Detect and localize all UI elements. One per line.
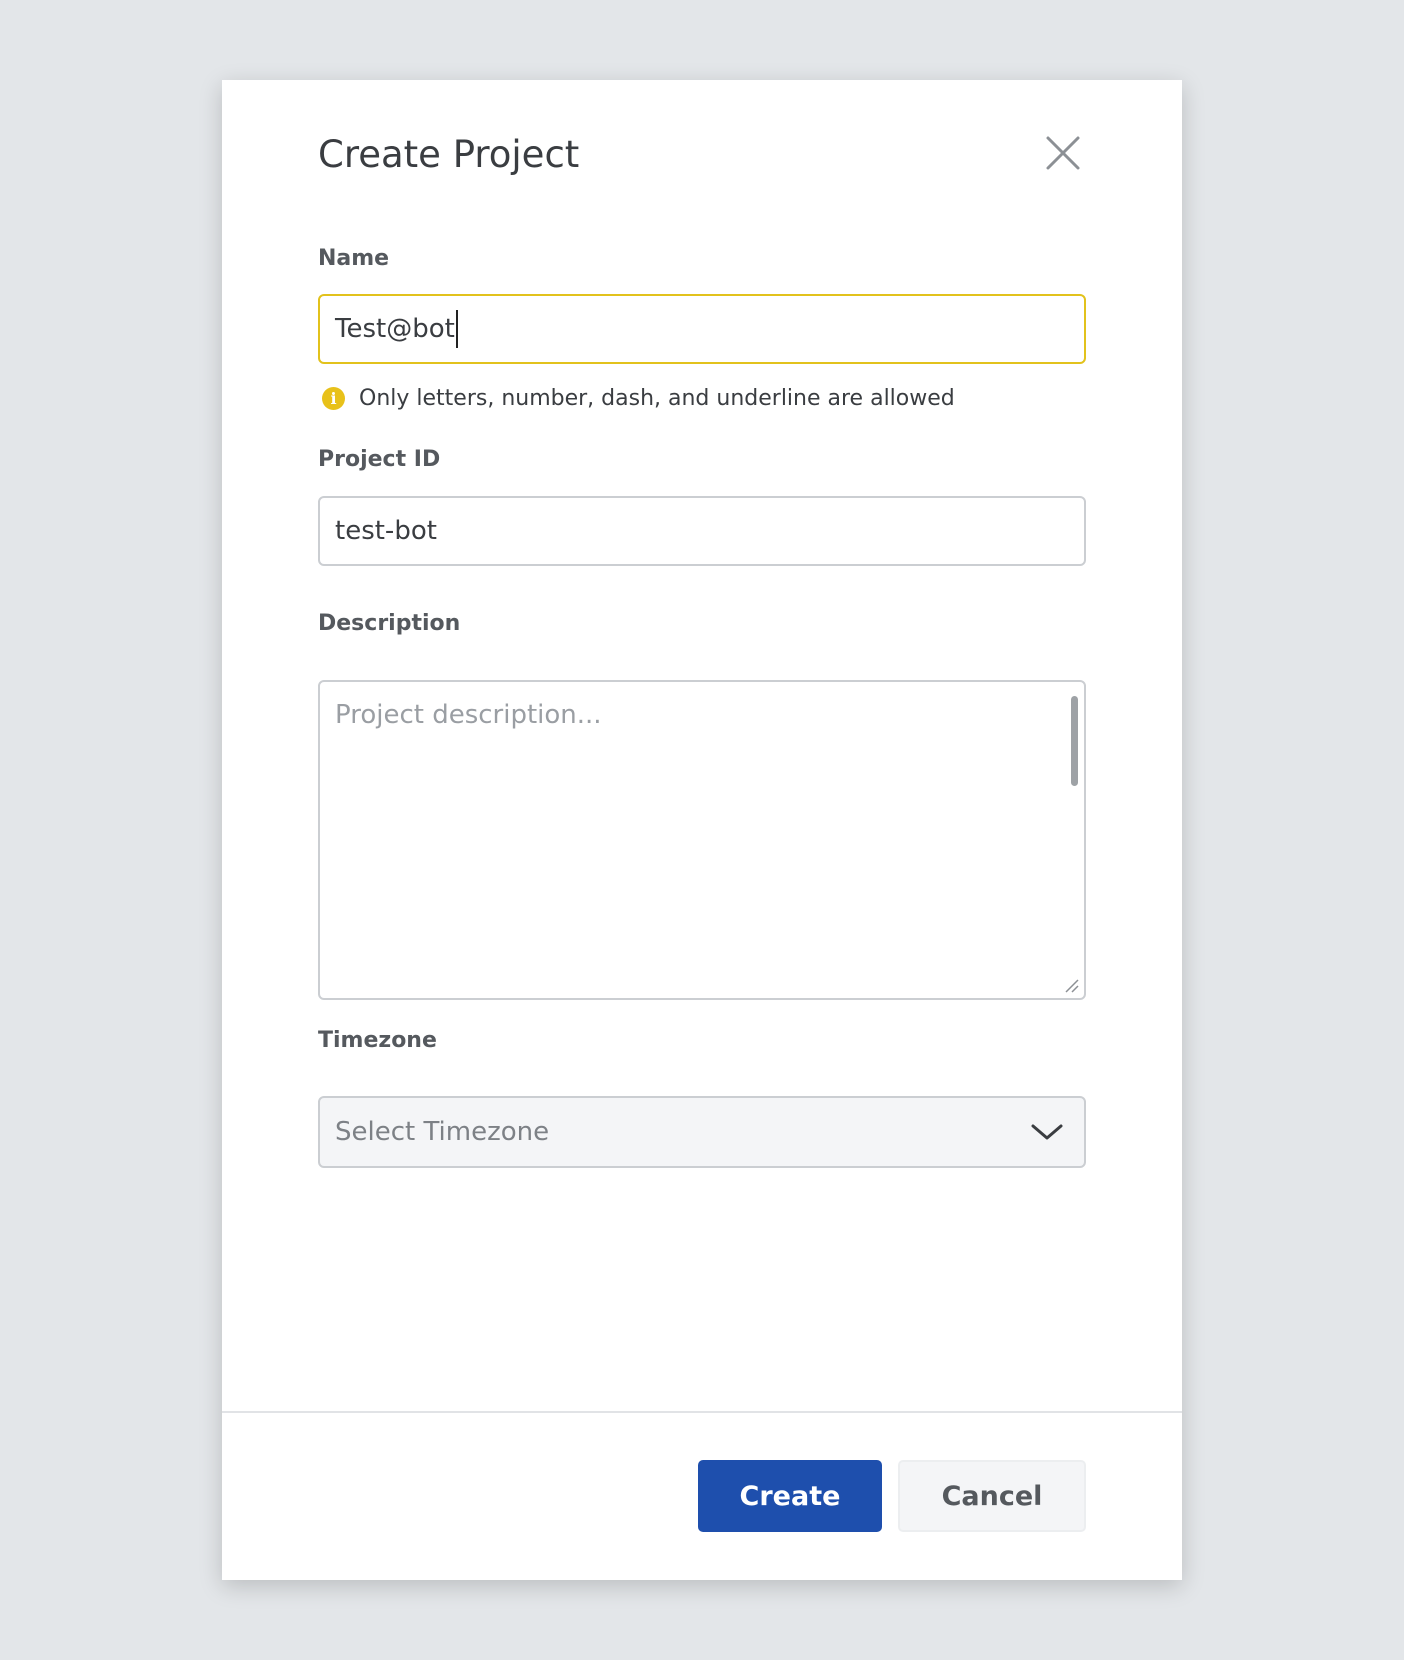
project-id-input[interactable]: test-bot: [318, 496, 1086, 566]
footer-divider: [222, 1411, 1182, 1413]
cancel-button[interactable]: Cancel: [898, 1460, 1086, 1532]
create-button[interactable]: Create: [698, 1460, 882, 1532]
create-project-dialog: Create Project Name Test@bot i Only lett…: [222, 80, 1182, 1580]
timezone-select[interactable]: Select Timezone: [318, 1096, 1086, 1168]
dialog-title: Create Project: [318, 133, 580, 176]
close-button[interactable]: [1040, 130, 1086, 176]
description-textarea[interactable]: Project description...: [318, 680, 1086, 1000]
name-input[interactable]: Test@bot: [318, 294, 1086, 364]
description-placeholder: Project description...: [335, 700, 602, 730]
close-icon: [1046, 136, 1080, 170]
name-validation-hint: i Only letters, number, dash, and underl…: [322, 386, 955, 411]
name-hint-text: Only letters, number, dash, and underlin…: [359, 386, 955, 411]
text-caret: [455, 310, 458, 348]
description-label: Description: [318, 611, 461, 636]
timezone-placeholder: Select Timezone: [335, 1117, 550, 1147]
resize-handle-icon[interactable]: [1064, 978, 1080, 994]
info-icon: i: [322, 387, 345, 410]
name-input-value: Test@bot: [335, 314, 455, 344]
project-id-value: test-bot: [335, 516, 437, 546]
timezone-label: Timezone: [318, 1028, 437, 1053]
project-id-label: Project ID: [318, 447, 441, 472]
textarea-scrollbar[interactable]: [1071, 696, 1078, 786]
chevron-down-icon: [1031, 1124, 1063, 1140]
name-label: Name: [318, 246, 390, 271]
